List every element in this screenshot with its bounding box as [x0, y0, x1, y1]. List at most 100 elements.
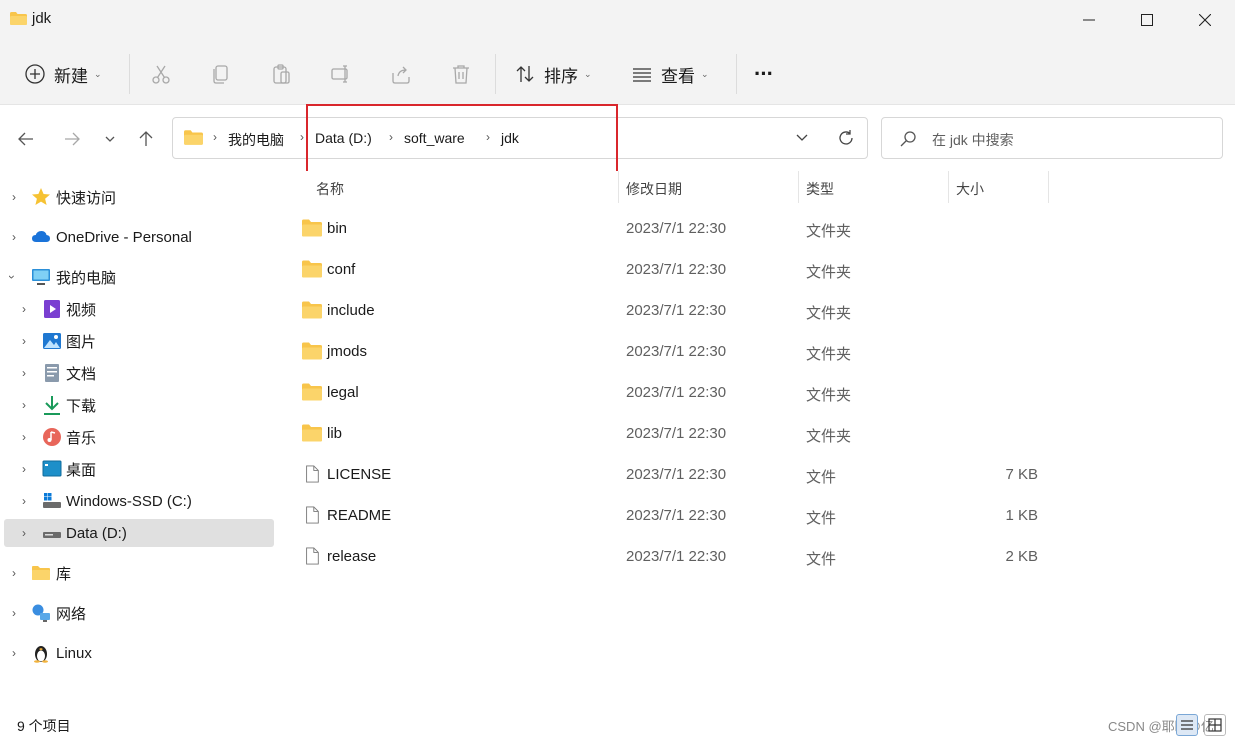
refresh-icon[interactable] [837, 129, 855, 147]
up-button[interactable] [134, 127, 158, 151]
divider [129, 54, 130, 94]
chevron-right-icon[interactable]: › [22, 302, 26, 316]
column-header-size[interactable]: 大小 [956, 179, 984, 199]
chevron-right-icon[interactable]: › [22, 398, 26, 412]
sidebar-item-quick-access[interactable]: › 快速访问 [4, 183, 274, 211]
column-header-modified[interactable]: 修改日期 [626, 179, 682, 199]
column-divider[interactable] [798, 171, 799, 203]
share-button[interactable] [390, 58, 412, 90]
file-type: 文件夹 [806, 223, 852, 240]
sidebar-item-label: 我的电脑 [56, 269, 117, 287]
music-icon [43, 428, 61, 446]
chevron-right-icon[interactable]: › [12, 566, 16, 580]
file-row[interactable]: bin 2023/7/1 22:30 文件夹 [298, 214, 1058, 244]
sidebar-item-music[interactable]: › 音乐 [4, 423, 274, 451]
chevron-right-icon[interactable]: › [22, 430, 26, 444]
chevron-right-icon[interactable]: › [22, 462, 26, 476]
address-history-chevron-icon[interactable] [795, 132, 809, 144]
download-icon [44, 396, 60, 415]
breadcrumb-my-computer[interactable]: 我的电脑 [228, 130, 284, 150]
sidebar-item-desktop[interactable]: › 桌面 [4, 455, 274, 483]
rename-button[interactable] [330, 58, 352, 90]
file-modified: 2023/7/1 22:30 [626, 220, 727, 237]
file-name: jmods [327, 343, 368, 360]
folder-icon [302, 424, 322, 442]
file-modified: 2023/7/1 22:30 [626, 384, 727, 401]
copy-icon [213, 65, 228, 84]
file-size: 2 KB [1005, 548, 1038, 565]
column-divider[interactable] [1048, 171, 1049, 203]
folder-icon [302, 219, 322, 237]
file-modified: 2023/7/1 22:30 [626, 302, 727, 319]
file-row[interactable]: legal 2023/7/1 22:30 文件夹 [298, 378, 1058, 408]
chevron-right-icon[interactable]: › [22, 494, 26, 508]
sidebar-item-windows-ssd[interactable]: › Windows-SSD (C:) [4, 487, 274, 515]
item-count: 9 个项目 [17, 718, 71, 734]
maximize-button[interactable] [1118, 0, 1176, 40]
arrow-right-icon [65, 132, 80, 146]
status-bar: 9 个项目 CSDN @耶瞄@亿 [0, 706, 1235, 740]
sidebar-item-data-drive[interactable]: › Data (D:) [4, 519, 274, 547]
recent-locations-button[interactable] [98, 127, 122, 151]
chevron-right-icon[interactable]: › [12, 606, 16, 620]
sidebar-item-documents[interactable]: › 文档 [4, 359, 274, 387]
chevron-right-icon[interactable]: › [12, 190, 16, 204]
chevron-down-icon [105, 136, 115, 142]
details-view-button[interactable] [1176, 714, 1198, 736]
file-row[interactable]: include 2023/7/1 22:30 文件夹 [298, 296, 1058, 326]
tiles-view-button[interactable] [1204, 714, 1226, 736]
view-list-icon [633, 68, 651, 82]
file-type: 文件 [806, 551, 837, 568]
file-modified: 2023/7/1 22:30 [626, 261, 727, 278]
chevron-right-icon[interactable]: › [22, 334, 26, 348]
linux-penguin-icon [34, 646, 48, 663]
sidebar-item-pictures[interactable]: › 图片 [4, 327, 274, 355]
sidebar-item-onedrive[interactable]: › OneDrive - Personal [4, 223, 274, 251]
minimize-button[interactable] [1060, 0, 1118, 40]
new-button[interactable]: 新建 ⌄ [24, 58, 102, 90]
folder-icon [302, 342, 322, 360]
column-header-type[interactable]: 类型 [806, 179, 834, 199]
file-icon [306, 465, 319, 483]
breadcrumb-chevron: › [300, 130, 304, 144]
file-modified: 2023/7/1 22:30 [626, 507, 727, 524]
sidebar-item-linux[interactable]: › Linux [4, 639, 274, 667]
search-box[interactable]: 在 jdk 中搜索 [881, 117, 1223, 159]
sort-button[interactable]: 排序 ⌄ [514, 58, 592, 90]
sidebar-item-my-computer[interactable]: › 我的电脑 [4, 263, 274, 291]
chevron-right-icon[interactable]: › [22, 366, 26, 380]
chevron-right-icon[interactable]: › [22, 526, 26, 540]
title-bar: jdk [0, 0, 1235, 40]
copy-button[interactable] [210, 58, 232, 90]
rename-icon [331, 65, 348, 83]
column-header-name[interactable]: 名称 [316, 179, 344, 199]
cut-button[interactable] [150, 58, 172, 90]
file-row[interactable]: release 2023/7/1 22:30 文件 2 KB [298, 542, 1058, 572]
view-button[interactable]: 查看 ⌄ [631, 58, 709, 90]
file-row[interactable]: lib 2023/7/1 22:30 文件夹 [298, 419, 1058, 449]
chevron-down-icon: ⌄ [94, 68, 102, 79]
sidebar-item-label: 桌面 [66, 461, 97, 479]
chevron-right-icon[interactable]: › [12, 646, 16, 660]
close-button[interactable] [1176, 0, 1234, 40]
file-row[interactable]: LICENSE 2023/7/1 22:30 文件 7 KB [298, 460, 1058, 490]
file-row[interactable]: conf 2023/7/1 22:30 文件夹 [298, 255, 1058, 285]
more-options-button[interactable]: ··· [754, 58, 774, 90]
file-modified: 2023/7/1 22:30 [626, 548, 727, 565]
chevron-right-icon[interactable]: › [12, 230, 16, 244]
column-divider[interactable] [948, 171, 949, 203]
sidebar-item-downloads[interactable]: › 下载 [4, 391, 274, 419]
sidebar-item-videos[interactable]: › 视频 [4, 295, 274, 323]
sidebar-item-network[interactable]: › 网络 [4, 599, 274, 627]
delete-button[interactable] [450, 58, 472, 90]
file-row[interactable]: README 2023/7/1 22:30 文件 1 KB [298, 501, 1058, 531]
back-button[interactable] [14, 127, 38, 151]
sidebar-item-libraries[interactable]: › 库 [4, 559, 274, 587]
forward-button[interactable] [60, 127, 84, 151]
chevron-down-icon[interactable]: › [5, 275, 19, 279]
paste-button[interactable] [270, 58, 292, 90]
file-name: README [327, 507, 392, 524]
column-divider[interactable] [618, 171, 619, 203]
file-row[interactable]: jmods 2023/7/1 22:30 文件夹 [298, 337, 1058, 367]
file-modified: 2023/7/1 22:30 [626, 343, 727, 360]
